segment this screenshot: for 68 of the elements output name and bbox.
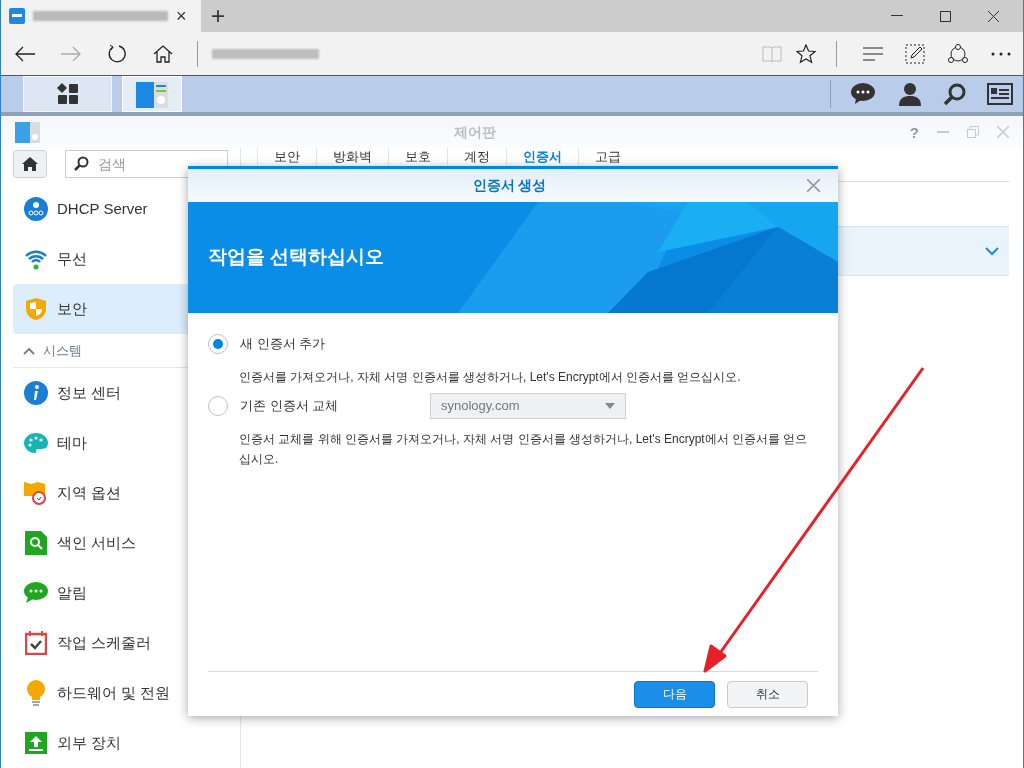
menu-lines-icon[interactable]: [863, 46, 883, 61]
lightbulb-icon: [26, 680, 46, 706]
main-menu-button[interactable]: [23, 76, 112, 112]
window-title: 제어판: [453, 122, 498, 142]
control-panel-taskbar-button[interactable]: [122, 76, 182, 112]
tab[interactable]: 인증서: [506, 148, 578, 165]
share-icon[interactable]: [947, 43, 969, 64]
app-logo-icon: [9, 8, 25, 24]
radio-button[interactable]: [208, 334, 228, 354]
dropdown[interactable]: synology.com: [430, 393, 626, 419]
sidebar-item[interactable]: 외부 장치: [13, 718, 228, 768]
refresh-icon[interactable]: [107, 43, 127, 64]
maximize-icon[interactable]: [940, 10, 951, 22]
chat-icon[interactable]: [851, 83, 875, 105]
option-description: 인증서 교체를 위해 인증서를 가져오거나, 자체 서명 인증서를 생성하거나, Let's Encrypt에서 인증서를 얻으십시오.: [239, 431, 809, 468]
network-icon: [24, 197, 48, 221]
sidebar-item[interactable]: 색인 서비스: [13, 518, 228, 568]
palette-icon: [24, 432, 48, 454]
option-label[interactable]: 기존 인증서 교체: [240, 396, 430, 416]
sidebar-item[interactable]: 작업 스케줄러: [13, 618, 228, 668]
dropdown-arrow-icon: [605, 403, 615, 409]
option-description: 인증서를 가져오거나, 자체 서명 인증서를 생성하거나, Let's Encrypt에서 인증서를 얻으십시오.: [239, 369, 742, 386]
close-icon[interactable]: [988, 10, 999, 22]
control-panel-icon: [15, 121, 41, 143]
tab[interactable]: 보안: [257, 148, 316, 165]
chevron-down-icon: [985, 246, 999, 256]
calendar-icon: [25, 631, 47, 655]
sidebar-item[interactable]: DHCP Server: [13, 184, 228, 234]
tab[interactable]: 고급: [578, 148, 637, 165]
wifi-icon: [24, 248, 48, 270]
home-button[interactable]: [13, 150, 47, 178]
sidebar-item[interactable]: 정보 센터: [13, 368, 228, 418]
sidebar-item[interactable]: 테마: [13, 418, 228, 468]
more-icon[interactable]: [991, 51, 1011, 56]
search-field[interactable]: 검색: [65, 150, 228, 178]
back-arrow-icon[interactable]: [15, 45, 35, 62]
user-icon[interactable]: [899, 82, 921, 106]
sidebar-item[interactable]: 알림: [13, 568, 228, 618]
sidebar-item[interactable]: 하드웨어 및 전원: [13, 668, 228, 718]
control-panel-icon: [136, 80, 168, 108]
dialog-title: 인증서 생성: [471, 176, 548, 195]
grid-icon: [56, 83, 79, 105]
tab[interactable]: 방화벽: [316, 148, 388, 165]
search-icon[interactable]: [943, 82, 967, 106]
pen-icon[interactable]: [905, 43, 925, 64]
home-icon: [22, 157, 38, 171]
option-label[interactable]: 새 인증서 추가: [240, 334, 430, 354]
home-icon[interactable]: [153, 44, 173, 63]
tab[interactable]: 보호: [388, 148, 447, 165]
browser-tab[interactable]: ×: [1, 0, 201, 32]
cancel-button[interactable]: 취소: [727, 680, 808, 708]
chevron-up-icon: [23, 346, 35, 355]
tab-close-button[interactable]: ×: [176, 7, 187, 25]
new-tab-button[interactable]: +: [211, 4, 225, 28]
search-document-icon: [25, 531, 47, 555]
radio-button[interactable]: [208, 396, 228, 416]
star-icon[interactable]: [796, 43, 816, 64]
upload-icon: [25, 732, 47, 754]
tab[interactable]: 계정: [447, 148, 506, 165]
sidebar-item[interactable]: 지역 옵션: [13, 468, 228, 518]
info-icon: [24, 381, 48, 405]
search-icon: [73, 156, 89, 172]
dialog-heading: 작업을 선택하십시오: [208, 245, 385, 270]
id-card-icon[interactable]: [987, 83, 1013, 105]
shield-icon: [25, 297, 47, 321]
minimize-icon[interactable]: [891, 15, 903, 17]
chat-bubble-icon: [24, 581, 48, 605]
map-clock-icon: [24, 480, 48, 506]
